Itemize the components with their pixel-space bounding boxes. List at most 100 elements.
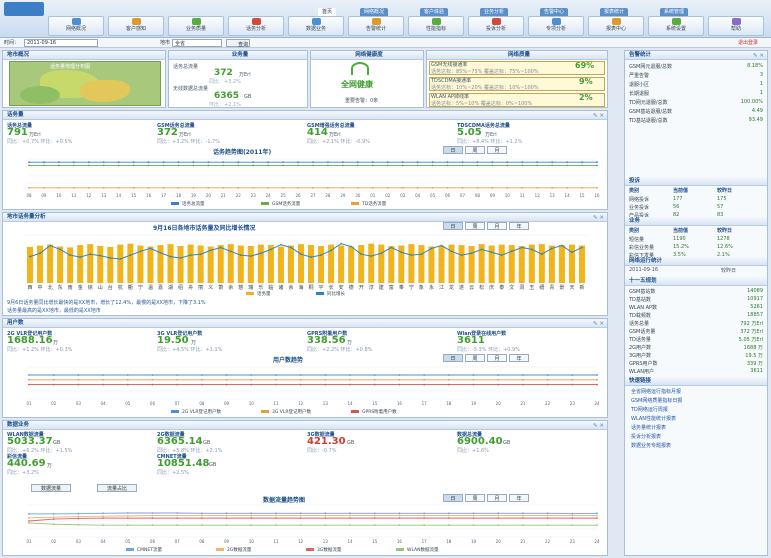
- data-point: [237, 161, 240, 164]
- x-tick-label: 西: [28, 285, 33, 291]
- sidebar-row: GSM话务量 372 万Erl: [629, 329, 763, 335]
- data-point: [77, 515, 80, 518]
- bar: [67, 247, 74, 283]
- legend-label: GSM话务流量: [272, 200, 301, 207]
- quick-link[interactable]: 全省网络运行指标月报: [625, 388, 767, 396]
- nav-button-label: 系统设置: [665, 26, 686, 32]
- sidebar-row: WLAN用户 3611: [629, 368, 763, 375]
- card-value: 414: [307, 127, 328, 138]
- nav-button-6[interactable]: 性能指标: [408, 16, 464, 36]
- bar: [197, 245, 204, 283]
- data-point: [72, 164, 75, 167]
- data-point: [566, 161, 569, 164]
- series-line: [29, 512, 598, 515]
- x-tick-label: 14: [116, 193, 122, 198]
- nav-button-11[interactable]: 帮助: [708, 16, 764, 36]
- data-point: [151, 512, 154, 514]
- users-panel: 用户数 ✎ ✕ 2G VLR登记用户数 1688.16 万同比：+1.2% 环比：+0…: [2, 318, 608, 418]
- quality-label-2: TDSCDMA接通率: [431, 78, 472, 84]
- chart-tab-2[interactable]: 月: [487, 354, 507, 362]
- data-point: [147, 161, 150, 164]
- query-button[interactable]: 查询: [226, 39, 250, 48]
- x-tick-label: 义: [208, 285, 213, 291]
- nav-button-5[interactable]: 告警统计: [348, 16, 404, 36]
- chart-tab-3[interactable]: 年: [509, 222, 529, 230]
- data-point: [126, 378, 129, 381]
- quality-sub-2: 话务达标：10%~20% 覆盖达标：10%~100%: [431, 85, 539, 91]
- nav-icon: [191, 18, 201, 25]
- panel-controls-icon[interactable]: ✎ ✕: [593, 214, 604, 223]
- network-health-panel: 网络健康度 全网健康 重要告警：0条: [310, 50, 424, 108]
- quick-link[interactable]: WLAN性能统计报表: [625, 415, 767, 423]
- voice-traffic-title: 话务量 ✎ ✕: [3, 111, 607, 120]
- panel-controls-icon[interactable]: ✎ ✕: [593, 320, 604, 329]
- panel-controls-icon[interactable]: ✎ ✕: [753, 52, 764, 61]
- data-point: [151, 524, 154, 527]
- nav-button-1[interactable]: 客户感知: [108, 16, 164, 36]
- data-point: [189, 254, 192, 257]
- chart-tab-1[interactable]: 周: [465, 354, 485, 362]
- date-input[interactable]: 2011-09-16: [24, 39, 98, 47]
- x-tick-label: 青: [549, 284, 554, 291]
- chart-tab-0[interactable]: 日: [443, 354, 463, 362]
- data-point: [550, 247, 553, 250]
- chart-tab-0[interactable]: 日: [443, 222, 463, 230]
- data-point: [522, 512, 524, 515]
- data-point: [520, 246, 523, 249]
- x-tick-label: 11: [71, 193, 77, 198]
- chart-tab-1[interactable]: 周: [465, 146, 485, 154]
- data-point: [299, 374, 302, 376]
- quick-link[interactable]: GSM网络质量指标日报: [625, 397, 767, 405]
- data-point: [299, 383, 302, 386]
- sidebar-row: TD载频数 18857: [629, 312, 763, 319]
- data-point: [440, 244, 443, 247]
- data-point: [410, 254, 413, 257]
- data-point: [312, 186, 314, 189]
- nav-button-2[interactable]: 业务质量: [168, 16, 224, 36]
- nav-button-7[interactable]: 投诉分析: [468, 16, 524, 36]
- nav-button-label: 数据业务: [305, 26, 326, 32]
- nav-button-9[interactable]: 报表中心: [588, 16, 644, 36]
- chart-tab-3[interactable]: 年: [509, 354, 529, 362]
- app-logo: [4, 2, 44, 16]
- data-point: [117, 186, 120, 189]
- region-select[interactable]: 全省: [172, 39, 222, 47]
- data-point: [225, 374, 228, 376]
- chart-tab-1[interactable]: 周: [465, 222, 485, 230]
- data-point: [151, 378, 154, 381]
- panel-controls-icon[interactable]: ✎ ✕: [593, 422, 604, 431]
- query-bar: 时间： 2011-09-16 地市 全省 查询 退出登录: [0, 38, 771, 48]
- quick-link[interactable]: 话务量统计报表: [625, 424, 767, 432]
- data-point: [57, 161, 60, 164]
- quick-link[interactable]: 投诉分析报表: [625, 433, 767, 441]
- panel-controls-icon[interactable]: ✎ ✕: [593, 112, 604, 121]
- data-point: [132, 186, 135, 189]
- nav-button-3[interactable]: 话务分析: [228, 16, 284, 36]
- quality-value-3: 2%: [579, 93, 593, 102]
- tab-data-volume[interactable]: 数据流量: [31, 484, 71, 492]
- chart-tab-2[interactable]: 月: [487, 146, 507, 154]
- logout-link[interactable]: 退出登录: [738, 39, 758, 46]
- x-tick-label: 19: [471, 401, 477, 406]
- chart-tab-0[interactable]: 日: [443, 146, 463, 154]
- tab-data-share[interactable]: 流量占比: [97, 484, 137, 492]
- province-map[interactable]: 话务量地理分布图: [9, 61, 161, 106]
- data-point: [275, 383, 277, 386]
- nav-button-0[interactable]: 网络概况: [48, 16, 104, 36]
- nav-button-4[interactable]: 数据业务: [288, 16, 344, 36]
- data-point: [373, 524, 376, 527]
- chart-tab-2[interactable]: 月: [487, 222, 507, 230]
- nav-icon: [731, 18, 741, 25]
- quick-link[interactable]: 数据业务专题报表: [625, 442, 767, 450]
- data-point: [28, 522, 30, 524]
- card-unit: 万: [191, 340, 197, 346]
- quality-value-1: 69%: [575, 61, 595, 70]
- right-sidebar: 告警统计 ✎ ✕ GSM网元退服/总数 8.18% 严重告警 3 退服小区 1 长期退服 1 TD…: [624, 50, 768, 556]
- x-tick-label: 05: [125, 539, 131, 544]
- quick-link[interactable]: TD网络运行周报: [625, 406, 767, 414]
- x-tick-label: 平: [319, 285, 324, 291]
- nav-button-8[interactable]: 专项分析: [528, 16, 584, 36]
- nav-button-10[interactable]: 系统设置: [648, 16, 704, 36]
- data-point: [446, 186, 449, 189]
- data-point: [99, 254, 102, 257]
